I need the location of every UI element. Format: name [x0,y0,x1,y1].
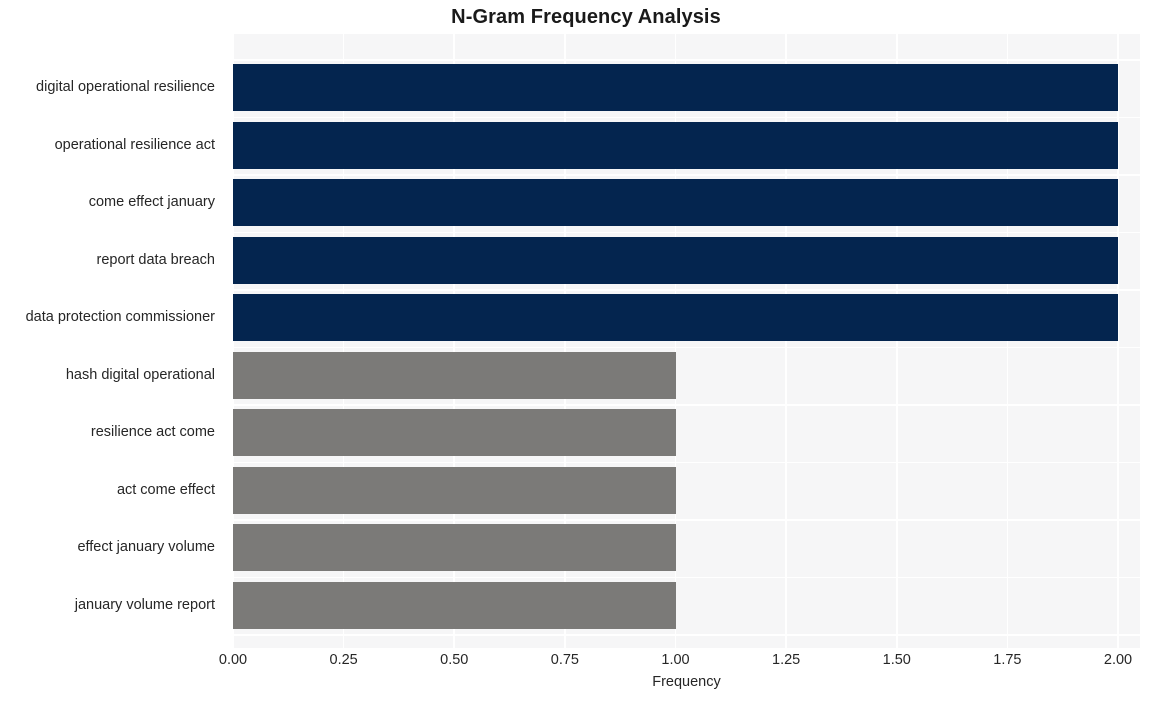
x-axis-title: Frequency [652,674,721,690]
y-axis-tick-labels: digital operational resilience operationa… [0,34,225,648]
chart-figure: N-Gram Frequency Analysis digital operat… [0,0,1172,701]
bar[interactable] [233,294,1118,341]
x-axis-tick-label: 1.50 [882,652,911,668]
x-axis-tick-labels: 0.00 0.25 0.50 0.75 1.00 1.25 1.50 1.75 2.00 [0,652,1172,676]
y-axis-tick-label: act come effect [116,481,215,498]
y-axis-tick-label: data protection commissioner [25,309,215,325]
x-axis-tick-label: 0.00 [218,652,248,668]
bars-layer [233,34,1140,648]
y-axis-tick-label: resilience act come [90,424,215,440]
bar[interactable] [233,581,676,629]
plot-area [233,34,1140,648]
x-axis-tick-label: 0.50 [440,652,469,668]
y-axis-tick-label: hash digital operational [65,366,215,383]
bar[interactable] [233,236,1118,284]
y-axis-tick-label: effect january volume [77,539,215,555]
y-axis-tick-label: january volume report [74,596,215,613]
y-axis-tick-label: report data breach [96,251,216,268]
x-axis-tick-label: 1.25 [772,652,801,668]
y-axis-tick-label: digital operational resilience [36,79,215,95]
y-axis-tick-label: operational resilience act [54,136,215,153]
bar[interactable] [233,409,676,456]
y-axis-tick-label: come effect january [88,194,215,210]
bar[interactable] [233,64,1118,111]
bar[interactable] [233,121,1118,169]
x-axis-tick-label: 1.00 [661,652,690,668]
bar[interactable] [233,466,676,514]
bar[interactable] [233,524,676,571]
bar[interactable] [233,351,676,399]
bar[interactable] [233,179,1118,226]
x-axis-tick-label: 0.75 [550,652,579,668]
x-axis-tick-label: 2.00 [1103,652,1133,668]
chart-title: N-Gram Frequency Analysis [451,6,721,28]
x-axis-tick-label: 0.25 [329,652,358,668]
x-axis-tick-label: 1.75 [993,652,1022,668]
